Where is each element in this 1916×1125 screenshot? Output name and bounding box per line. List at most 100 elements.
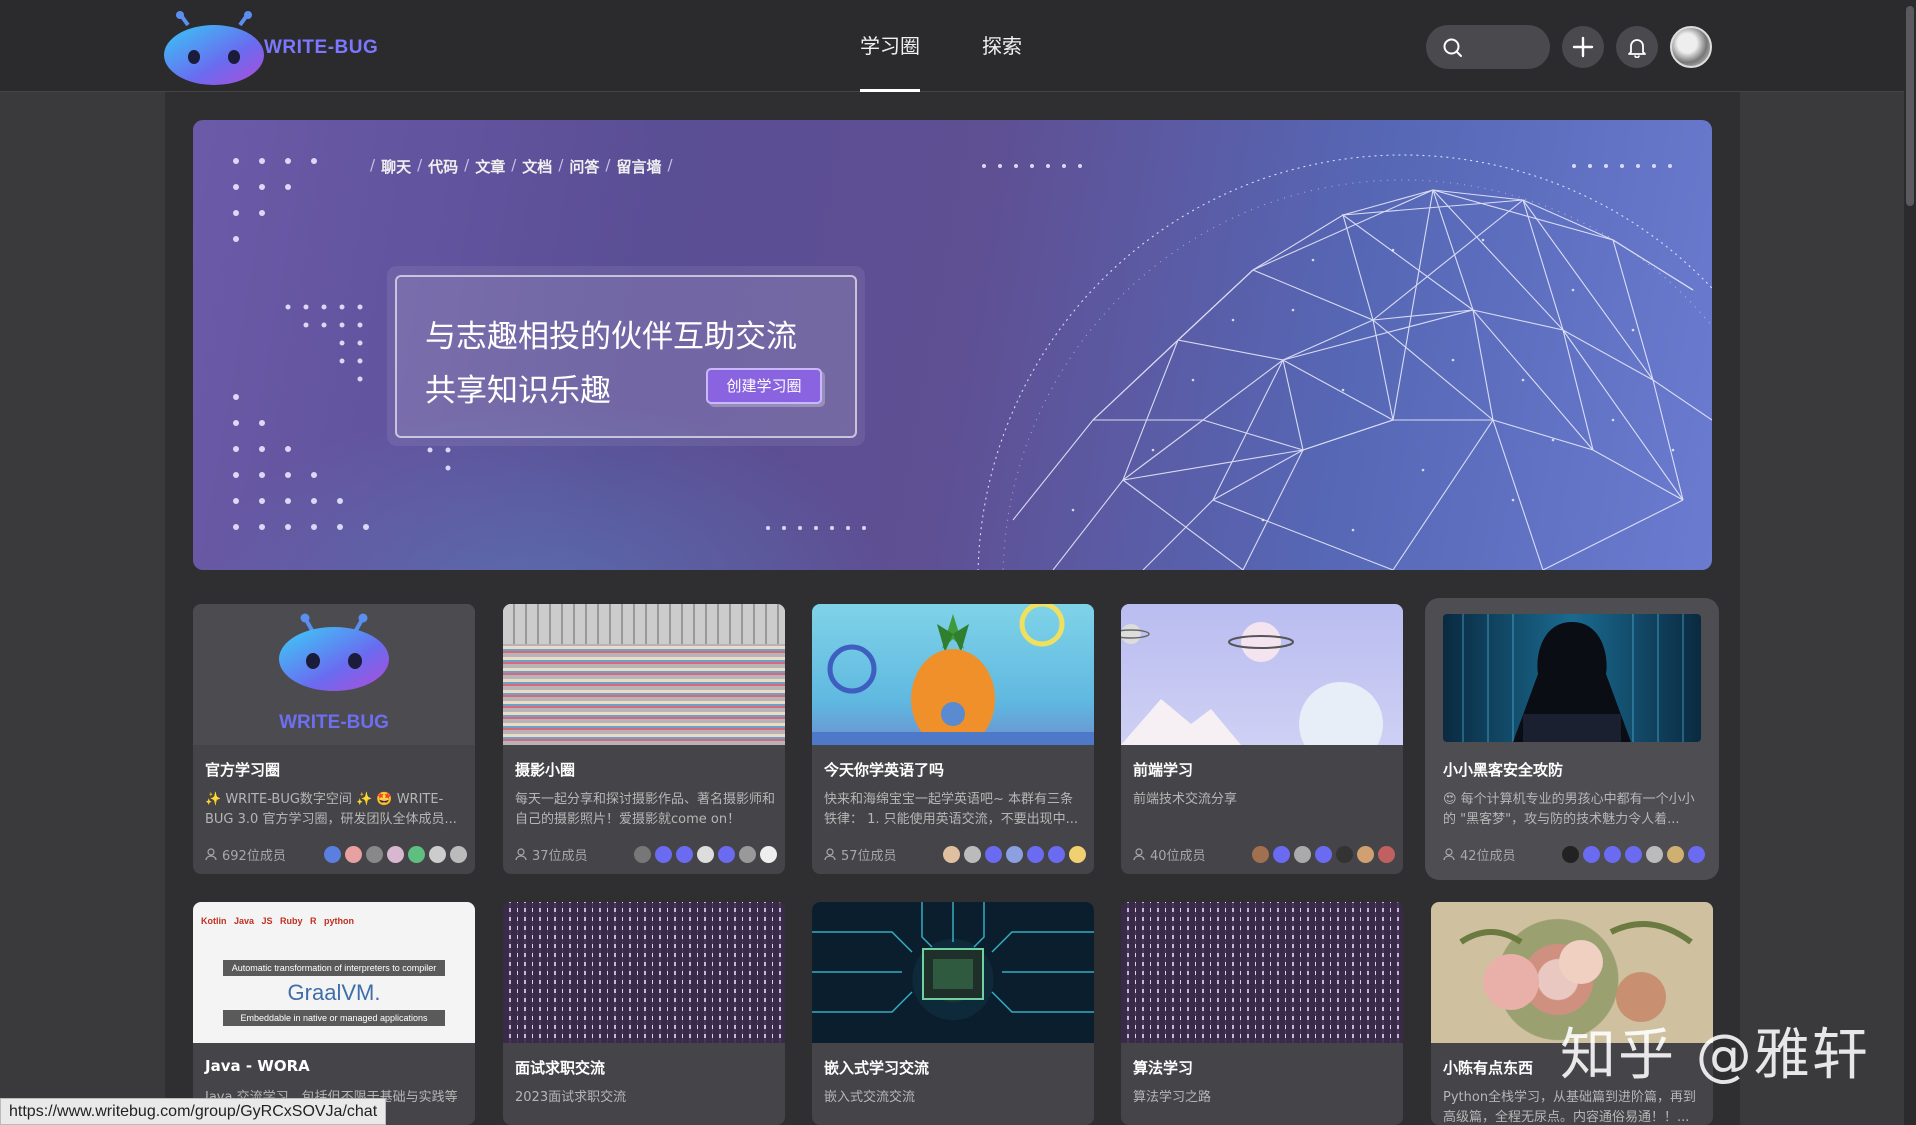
member-avatar (1667, 846, 1684, 863)
graalvm-header: Automatic transformation of interpreters… (223, 960, 445, 976)
member-avatar (1562, 846, 1579, 863)
site-logo[interactable]: WRITE-BUG (160, 8, 380, 88)
member-avatar (1378, 846, 1395, 863)
member-avatar (1646, 846, 1663, 863)
bell-icon (1626, 36, 1648, 58)
hacker-illustration (1443, 614, 1701, 742)
robot-logo-icon (160, 11, 268, 85)
member-avatar (697, 846, 714, 863)
member-avatar (1625, 846, 1642, 863)
member-avatars (943, 846, 1086, 863)
create-button[interactable] (1562, 26, 1604, 68)
member-avatars (1252, 846, 1395, 863)
category-chat[interactable]: 聊天 (381, 156, 411, 177)
member-count-text: 40位成员 (1150, 845, 1206, 864)
member-avatar (366, 846, 383, 863)
binary-pattern (503, 902, 785, 1043)
member-avatar (739, 846, 756, 863)
member-avatar (1357, 846, 1374, 863)
card-footer: 692位成员 (205, 844, 467, 864)
category-breadcrumb: /聊天 /代码 /文章 /文档 /问答 /留言墙 / (370, 156, 673, 177)
search-input[interactable] (1426, 25, 1550, 69)
member-avatars (1562, 846, 1705, 863)
top-navigation-bar: WRITE-BUG 学习圈 探索 (0, 0, 1916, 92)
circle-card[interactable]: 算法学习 算法学习之路 (1121, 902, 1403, 1125)
category-article[interactable]: 文章 (475, 156, 505, 177)
tab-explore[interactable]: 探索 (982, 0, 1022, 92)
members-icon (1133, 847, 1147, 861)
member-avatar (964, 846, 981, 863)
create-circle-button[interactable]: 创建学习圈 (706, 368, 822, 404)
member-count-text: 37位成员 (532, 845, 588, 864)
circle-card[interactable]: 嵌入式学习交流 嵌入式交流交流 (812, 902, 1094, 1125)
card-cover (503, 604, 785, 745)
card-title: 小小黑客安全攻防 (1443, 759, 1563, 780)
card-description: 快来和海绵宝宝一起学英语吧~ 本群有三条铁律： 1. 只能使用英语交流，不要出现… (824, 790, 1086, 830)
slogan-line-1: 与志趣相投的伙伴互助交流 (425, 311, 797, 356)
circle-card[interactable]: 前端学习 前端技术交流分享 40位成员 (1121, 604, 1403, 874)
member-avatar (634, 846, 651, 863)
card-footer: 42位成员 (1443, 844, 1705, 864)
card-title: 前端学习 (1133, 759, 1193, 780)
card-description: 前端技术交流分享 (1133, 790, 1395, 810)
category-message-wall[interactable]: 留言墙 (616, 156, 661, 177)
member-avatar (1336, 846, 1353, 863)
member-avatar (429, 846, 446, 863)
member-avatar (1688, 846, 1705, 863)
card-cover: Kotlin Java JS Ruby R python Automatic t… (193, 902, 475, 1043)
circle-card[interactable]: 小小黑客安全攻防 😍 每个计算机专业的男孩心中都有一个小小的 "黑客梦"，攻与防… (1431, 604, 1713, 874)
member-avatar (718, 846, 735, 863)
card-footer: 57位成员 (824, 844, 1086, 864)
card-title: 官方学习圈 (205, 759, 280, 780)
zhihu-watermark: 知乎 @雅轩 (1560, 1010, 1870, 1091)
card-description: Python全栈学习，从基础篇到进阶篇，再到高级篇，全程无尿点。内容通俗易通！！… (1443, 1088, 1705, 1125)
logo-text: WRITE-BUG (264, 37, 378, 59)
member-count-text: 42位成员 (1460, 845, 1516, 864)
card-title: 小陈有点东西 (1443, 1057, 1533, 1078)
category-docs[interactable]: 文档 (522, 156, 552, 177)
page-scrollbar[interactable] (1904, 0, 1916, 1125)
binary-pattern (1121, 902, 1403, 1043)
category-qa[interactable]: 问答 (569, 156, 599, 177)
circuit-chip-illustration (812, 902, 1094, 1043)
circle-card[interactable]: 今天你学英语了吗 快来和海绵宝宝一起学英语吧~ 本群有三条铁律： 1. 只能使用… (812, 604, 1094, 874)
member-avatar (655, 846, 672, 863)
member-avatar (1048, 846, 1065, 863)
card-cover (812, 604, 1094, 745)
card-cover (1443, 614, 1701, 742)
circle-card[interactable]: 摄影小圈 每天一起分享和探讨摄影作品、著名摄影师和自己的摄影照片！爱摄影就com… (503, 604, 785, 874)
user-avatar[interactable] (1670, 26, 1712, 68)
slogan-box (395, 275, 857, 438)
card-title: 摄影小圈 (515, 759, 575, 780)
graalvm-footer: Embeddable in native or managed applicat… (223, 1010, 445, 1026)
notifications-button[interactable] (1616, 26, 1658, 68)
status-bar-url: https://www.writebug.com/group/GyRCxSOVJ… (0, 1098, 386, 1125)
member-avatar (1583, 846, 1600, 863)
member-count: 42位成员 (1443, 845, 1516, 864)
pineapple-house-illustration (812, 604, 1094, 745)
member-avatar (1069, 846, 1086, 863)
member-avatars (324, 846, 467, 863)
circle-card[interactable]: Kotlin Java JS Ruby R python Automatic t… (193, 902, 475, 1125)
member-avatar (943, 846, 960, 863)
members-icon (824, 847, 838, 861)
member-count: 57位成员 (824, 845, 897, 864)
member-avatar (1604, 846, 1621, 863)
member-count-text: 57位成员 (841, 845, 897, 864)
scrollbar-thumb[interactable] (1906, 6, 1914, 206)
plus-icon (1571, 35, 1595, 59)
members-icon (515, 847, 529, 861)
circle-card[interactable]: WRITE-BUG 官方学习圈 ✨ WRITE-BUG数字空间 ✨ 🤩 WRIT… (193, 604, 475, 874)
card-cover (1121, 902, 1403, 1043)
tab-study-circle[interactable]: 学习圈 (860, 0, 920, 92)
card-description: ✨ WRITE-BUG数字空间 ✨ 🤩 WRITE-BUG 3.0 官方学习圈，… (205, 790, 467, 830)
card-title: Java - WORA (205, 1057, 310, 1075)
card-title: 算法学习 (1133, 1057, 1193, 1078)
member-count: 692位成员 (205, 845, 286, 864)
main-nav: 学习圈 探索 (860, 0, 1084, 92)
card-description: 嵌入式交流交流 (824, 1088, 1086, 1108)
member-avatar (324, 846, 341, 863)
category-code[interactable]: 代码 (428, 156, 458, 177)
card-title: 嵌入式学习交流 (824, 1057, 929, 1078)
circle-card[interactable]: 面试求职交流 2023面试求职交流 (503, 902, 785, 1125)
